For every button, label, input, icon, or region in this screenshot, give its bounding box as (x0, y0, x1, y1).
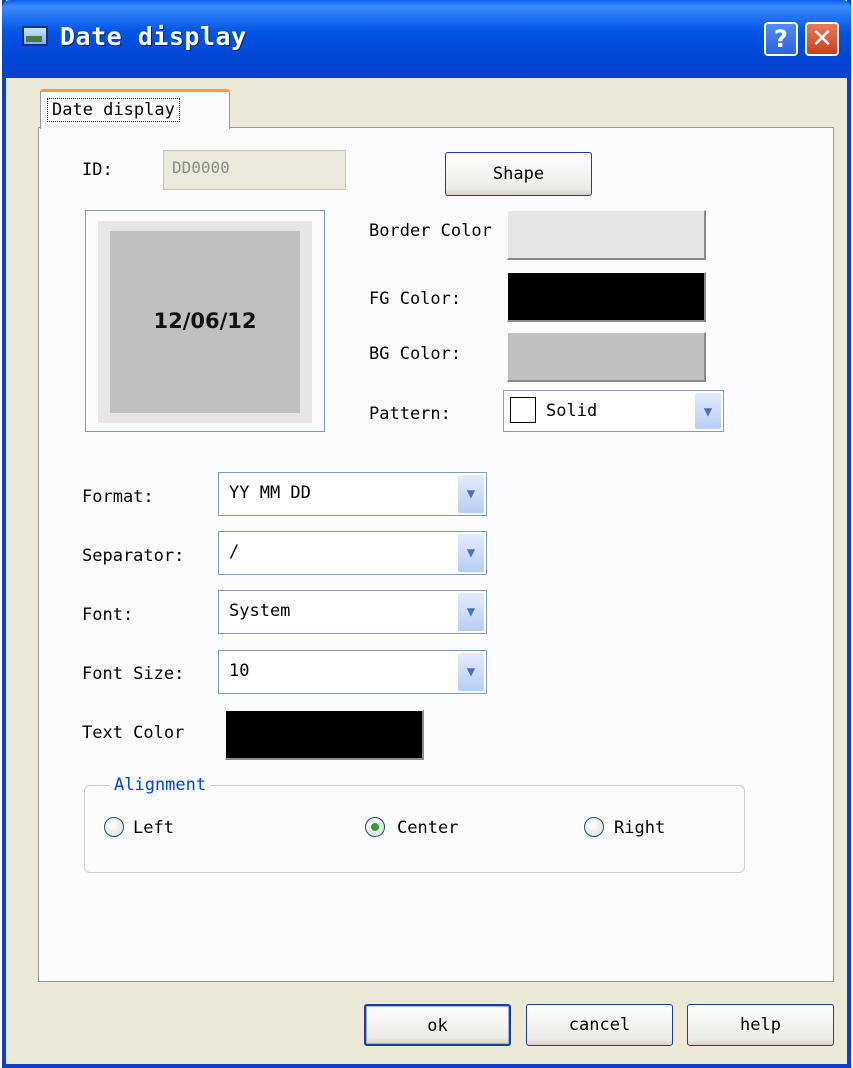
title-bar[interactable]: Date display ? ✕ (2, 0, 851, 78)
separator-label: Separator: (82, 546, 185, 566)
window-icon (22, 26, 48, 46)
format-value: YY MM DD (229, 483, 311, 503)
ok-button[interactable]: ok (364, 1004, 511, 1046)
radio-center[interactable] (365, 817, 385, 837)
close-button[interactable]: ✕ (805, 22, 839, 56)
text-color-label: Text Color (82, 723, 185, 743)
pattern-select[interactable]: Solid ▼ (503, 390, 724, 432)
chevron-down-icon[interactable]: ▼ (458, 593, 484, 631)
chevron-down-icon[interactable]: ▼ (458, 653, 484, 691)
preview-background: 12/06/12 (110, 231, 300, 413)
chevron-down-icon[interactable]: ▼ (458, 475, 484, 513)
radio-center-label[interactable]: Center (397, 818, 458, 838)
font-size-select[interactable]: 10 ▼ (218, 650, 487, 694)
format-label: Format: (82, 487, 154, 507)
font-size-value: 10 (229, 661, 250, 681)
separator-select[interactable]: / ▼ (218, 531, 487, 575)
alignment-legend: Alignment (110, 775, 211, 795)
fg-color-label: FG Color: (369, 289, 462, 309)
id-field: DD0000 (163, 150, 346, 190)
cancel-button[interactable]: cancel (526, 1004, 673, 1046)
tab-label: Date display (47, 98, 180, 122)
preview-date-text: 12/06/12 (153, 309, 257, 333)
radio-left-label[interactable]: Left (133, 818, 174, 838)
format-select[interactable]: YY MM DD ▼ (218, 472, 487, 516)
window-title: Date display (60, 22, 247, 51)
border-color-swatch[interactable] (507, 210, 706, 260)
fg-color-swatch[interactable] (507, 272, 706, 322)
preview-border: 12/06/12 (98, 221, 312, 423)
tab-date-display[interactable]: Date display (40, 89, 230, 129)
font-size-label: Font Size: (82, 664, 185, 684)
chevron-down-icon[interactable]: ▼ (458, 534, 484, 572)
help-button[interactable]: help (687, 1004, 834, 1046)
font-label: Font: (82, 605, 134, 625)
pattern-label: Pattern: (369, 404, 451, 424)
preview-frame: 12/06/12 (85, 210, 325, 432)
separator-value: / (229, 542, 240, 562)
id-label: ID: (82, 160, 113, 180)
pattern-value: Solid (546, 401, 598, 421)
font-select[interactable]: System ▼ (218, 590, 487, 634)
pattern-preview-icon (510, 397, 536, 423)
radio-left[interactable] (104, 817, 124, 837)
text-color-swatch[interactable] (225, 710, 424, 760)
radio-right-label[interactable]: Right (614, 818, 665, 838)
border-color-label: Border Color (369, 221, 492, 241)
chevron-down-icon[interactable]: ▼ (695, 393, 721, 429)
bg-color-label: BG Color: (369, 344, 462, 364)
help-title-button[interactable]: ? (764, 22, 798, 56)
bg-color-swatch[interactable] (507, 332, 706, 382)
radio-right[interactable] (584, 817, 604, 837)
font-value: System (229, 601, 291, 621)
shape-button[interactable]: Shape (445, 152, 592, 196)
